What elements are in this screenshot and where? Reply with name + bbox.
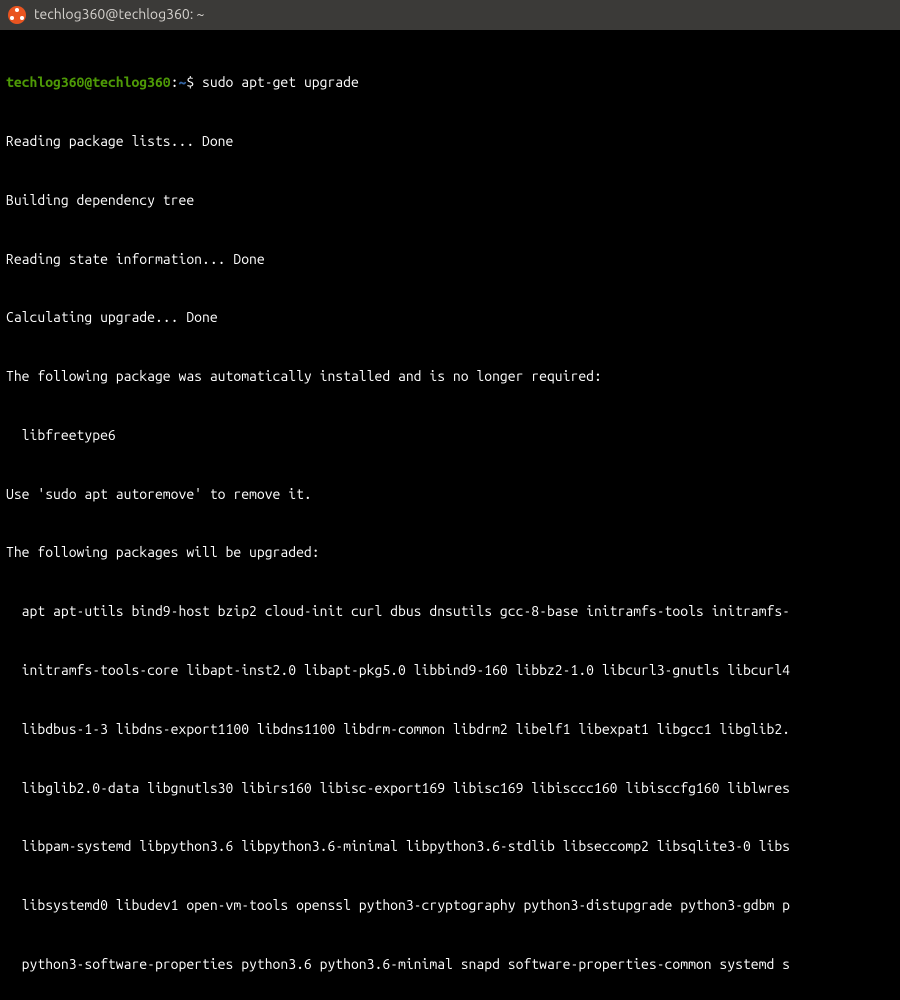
window-title: techlog360@techlog360: ~	[34, 5, 204, 25]
output-line: The following package was automatically …	[6, 367, 894, 387]
terminal-viewport[interactable]: techlog360@techlog360:~$ sudo apt-get up…	[0, 30, 900, 1000]
output-line: The following packages will be upgraded:	[6, 543, 894, 563]
output-line: Calculating upgrade... Done	[6, 308, 894, 328]
prompt-user: techlog360	[6, 74, 84, 90]
command-text: sudo apt-get upgrade	[202, 74, 359, 90]
prompt-line: techlog360@techlog360:~$ sudo apt-get up…	[6, 73, 894, 93]
output-line: Reading package lists... Done	[6, 132, 894, 152]
window-titlebar[interactable]: techlog360@techlog360: ~	[0, 0, 900, 30]
output-line: libglib2.0-data libgnutls30 libirs160 li…	[6, 779, 894, 799]
output-line: libdbus-1-3 libdns-export1100 libdns1100…	[6, 720, 894, 740]
prompt-dollar: $	[186, 74, 202, 90]
output-line: python3-software-properties python3.6 py…	[6, 955, 894, 975]
output-line: libpam-systemd libpython3.6 libpython3.6…	[6, 837, 894, 857]
output-line: Reading state information... Done	[6, 250, 894, 270]
output-line: libsystemd0 libudev1 open-vm-tools opens…	[6, 896, 894, 916]
output-line: apt apt-utils bind9-host bzip2 cloud-ini…	[6, 602, 894, 622]
prompt-colon: :	[171, 74, 179, 90]
output-line: Building dependency tree	[6, 191, 894, 211]
output-line: libfreetype6	[6, 426, 894, 446]
ubuntu-logo-icon	[8, 6, 26, 24]
output-line: initramfs-tools-core libapt-inst2.0 liba…	[6, 661, 894, 681]
output-line: Use 'sudo apt autoremove' to remove it.	[6, 485, 894, 505]
prompt-host: techlog360	[92, 74, 170, 90]
